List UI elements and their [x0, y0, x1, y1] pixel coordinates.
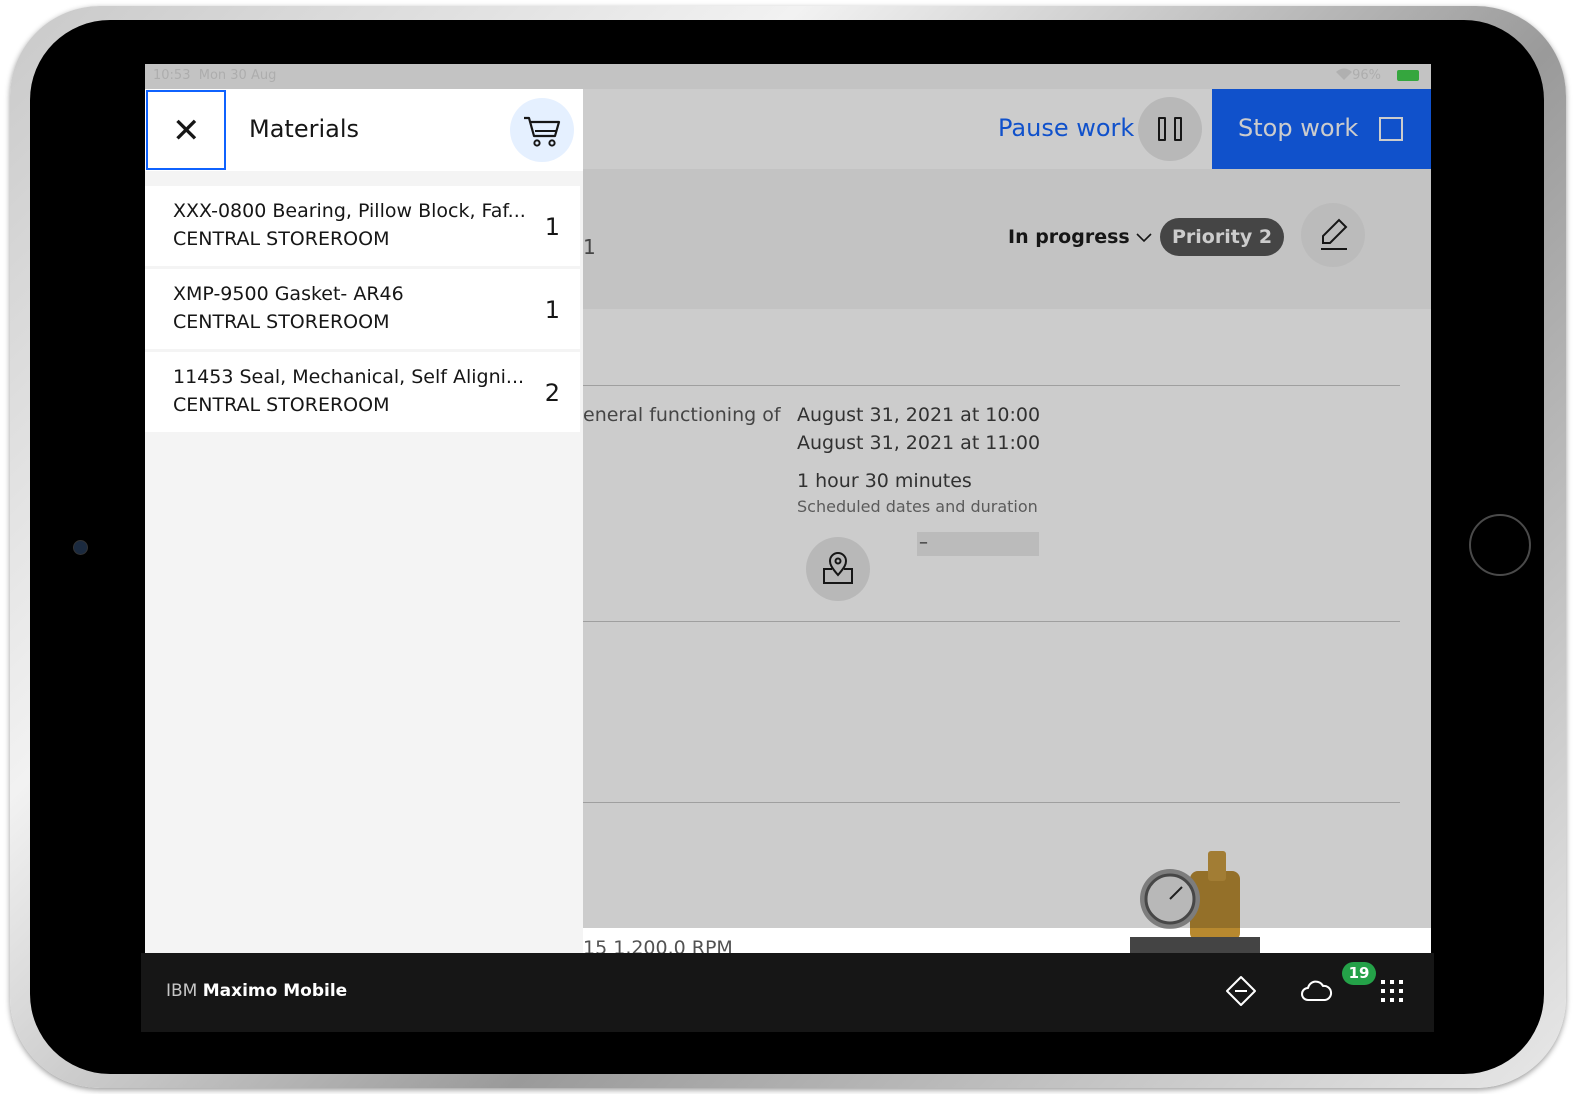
material-description: 11453 Seal, Mechanical, Self Aligni... — [173, 366, 525, 388]
list-item[interactable]: 11453 Seal, Mechanical, Self Aligni... C… — [145, 352, 580, 432]
cloud-icon[interactable] — [1298, 973, 1334, 1009]
material-quantity: 1 — [544, 213, 560, 241]
app-footer: IBM Maximo Mobile 19 — [141, 953, 1434, 1032]
cart-button[interactable] — [510, 98, 574, 162]
panel-title: Materials — [249, 115, 360, 143]
brand-prefix: IBM — [166, 981, 198, 1001]
front-camera — [73, 540, 88, 555]
close-icon: ✕ — [172, 111, 201, 151]
materials-list: XXX-0800 Bearing, Pillow Block, Faf... C… — [145, 186, 583, 435]
material-description: XXX-0800 Bearing, Pillow Block, Faf... — [173, 200, 526, 222]
materials-panel: ✕ Materials XXX-0800 Bearing, Pillow Blo… — [145, 89, 583, 953]
app-grid-icon[interactable] — [1374, 973, 1410, 1009]
list-item[interactable]: XMP-9500 Gasket- AR46 CENTRAL STOREROOM … — [145, 269, 580, 349]
cart-icon — [524, 116, 561, 147]
sync-count-badge: 19 — [1342, 962, 1376, 985]
app-brand: IBM Maximo Mobile — [166, 981, 347, 1001]
close-button[interactable]: ✕ — [146, 90, 226, 170]
material-storeroom: CENTRAL STOREROOM — [173, 311, 390, 333]
material-quantity: 1 — [544, 296, 560, 324]
material-description: XMP-9500 Gasket- AR46 — [173, 283, 404, 305]
navigator-icon[interactable] — [1223, 973, 1259, 1009]
app-screen: 10:53 Mon 30 Aug 96% Pause work Stop wor… — [145, 64, 1431, 1032]
list-item[interactable]: XXX-0800 Bearing, Pillow Block, Faf... C… — [145, 186, 580, 266]
material-quantity: 2 — [544, 379, 560, 407]
material-storeroom: CENTRAL STOREROOM — [173, 394, 390, 416]
materials-panel-header: ✕ Materials — [145, 89, 583, 171]
brand-name: Maximo Mobile — [202, 981, 348, 1001]
material-storeroom: CENTRAL STOREROOM — [173, 228, 390, 250]
home-button[interactable] — [1469, 514, 1531, 576]
